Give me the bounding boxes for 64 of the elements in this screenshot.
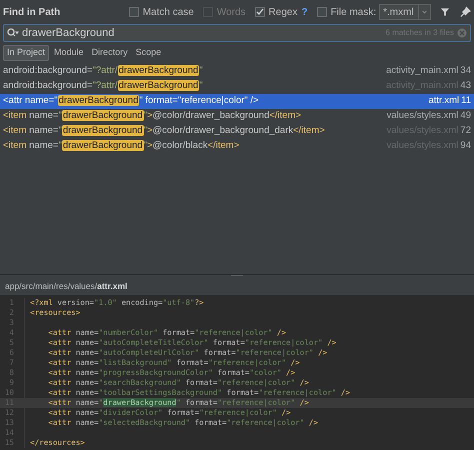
help-link[interactable]: ? (301, 4, 308, 20)
code-text: <item (3, 140, 26, 152)
scope-tab[interactable]: Directory (88, 45, 131, 61)
code-text: <item (3, 125, 26, 136)
code-text: format="reference|color" /> (144, 95, 259, 106)
scope-tab[interactable]: In Project (3, 45, 50, 61)
code-text: android:background= (3, 65, 93, 76)
result-row[interactable]: android:background="?attr/drawerBackground" activity_main.xml 34 (0, 64, 474, 79)
line-number: 72 (460, 124, 471, 138)
code-text: "?attr/ (92, 80, 118, 92)
scope-tab[interactable]: Scope (132, 45, 164, 61)
code-text: drawerBackground (62, 110, 144, 122)
code-text: "?attr/ (92, 65, 118, 76)
file-path: app/src/main/res/values/attr.xml (5, 280, 128, 292)
file-mask-field[interactable]: *.mxml (379, 4, 432, 20)
code-text: drawerBackground (118, 80, 200, 92)
code-text: " (199, 65, 203, 76)
code-text: name= (28, 110, 58, 122)
code-text: <item (3, 110, 26, 122)
filter-icon[interactable] (440, 6, 452, 18)
file-name: activity_main.xml (386, 64, 458, 78)
code-text: drawerBackground (58, 95, 140, 106)
code-text: " (54, 95, 58, 106)
file-name: attr.xml (428, 94, 460, 108)
code-text: " (144, 140, 147, 152)
code-text: </item> (293, 125, 325, 136)
code-text: </item> (208, 140, 240, 152)
code-text: " (58, 140, 62, 152)
scope-tab[interactable]: Module (51, 45, 87, 61)
code-text: " (58, 110, 62, 122)
code-text: " (199, 80, 203, 92)
code-text: " (144, 110, 147, 122)
option-checkbox[interactable]: File mask: (316, 4, 376, 20)
search-icon[interactable] (7, 28, 19, 38)
code-text: <attr name= (3, 95, 54, 106)
code-text: drawerBackground (62, 125, 144, 136)
code-text: > (146, 110, 153, 122)
code-text: name= (28, 125, 58, 136)
check-icon (256, 8, 264, 16)
result-row[interactable]: <attr name="drawerBackground" format="reference|color" /> attr.xml 11 (0, 94, 474, 109)
code-text: > (146, 125, 153, 136)
code-text: " (139, 95, 143, 106)
result-row[interactable]: <item name="drawerBackground">@color/drawer_background</item> values/styles.xml 49 (0, 109, 474, 124)
code-text: @color/black (152, 140, 208, 152)
line-number: 94 (460, 139, 471, 154)
code-text: drawerBackground (62, 140, 144, 152)
option-checkbox[interactable]: Regex ? (254, 4, 308, 20)
line-number: 43 (460, 79, 471, 94)
option-checkbox[interactable]: Match case (128, 4, 194, 20)
file-name: values/styles.xml (386, 109, 458, 124)
code-text: " (58, 125, 62, 136)
code-text: android:background= (3, 80, 93, 92)
line-number: 49 (460, 109, 471, 124)
code-text: </item> (269, 110, 302, 122)
code-text: @color/drawer_background (152, 110, 270, 122)
code-text: > (146, 140, 153, 152)
line-number: 34 (460, 64, 471, 78)
code-text: " (144, 125, 147, 136)
code-text: @color/drawer_background_dark (152, 125, 294, 136)
window-title: Find in Path (3, 6, 62, 20)
code-text: name= (28, 140, 58, 152)
pin-icon[interactable] (460, 6, 471, 18)
code-text: drawerBackground (118, 65, 200, 76)
line-number: 11 (461, 94, 471, 108)
